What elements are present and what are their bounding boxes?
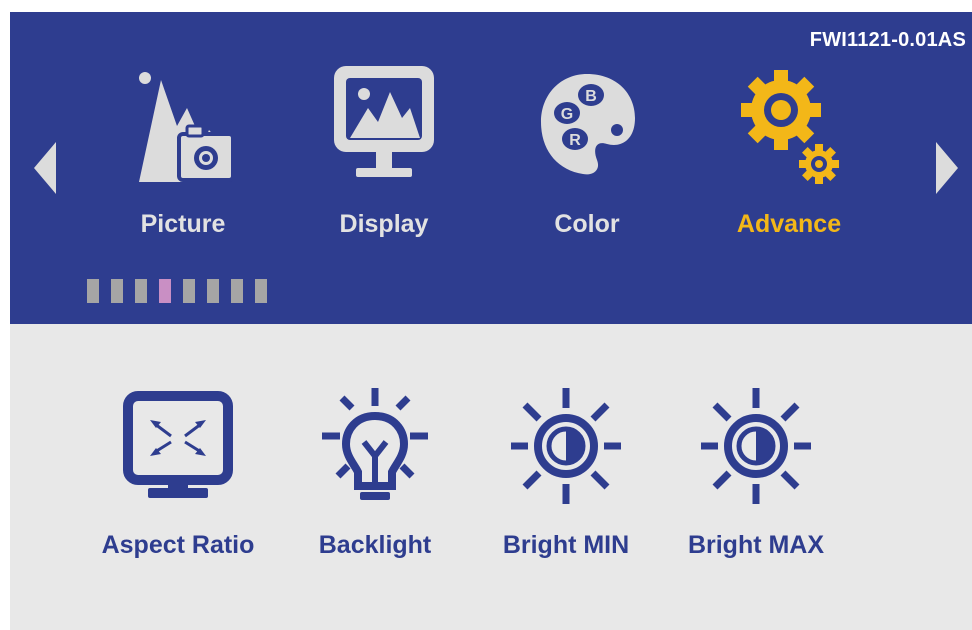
page-dot-5 <box>183 279 195 303</box>
gears-icon <box>741 70 839 184</box>
bright-max-button[interactable]: Bright MAX <box>661 386 851 586</box>
palette-letter-b: B <box>585 88 597 105</box>
left-arrow-icon[interactable] <box>32 140 58 196</box>
page-dot-3 <box>135 279 147 303</box>
aspect-ratio-monitor-icon <box>123 391 233 498</box>
right-arrow-icon[interactable] <box>934 140 960 196</box>
tab-label: Color <box>554 210 620 238</box>
item-label: Aspect Ratio <box>101 531 255 559</box>
brightness-sun-icon <box>511 388 621 504</box>
brightness-sun-icon <box>701 388 811 504</box>
tab-label: Advance <box>736 210 842 238</box>
tab-label: Picture <box>140 210 226 238</box>
picture-mountain-camera-icon <box>139 72 233 182</box>
tab-label: Display <box>339 210 429 238</box>
tab-color[interactable]: B G R Color <box>502 64 672 244</box>
palette-letter-g: G <box>561 106 573 123</box>
backlight-bulb-icon <box>322 388 428 500</box>
backlight-button[interactable]: Backlight <box>280 386 470 586</box>
bright-min-button[interactable]: Bright MIN <box>471 386 661 586</box>
item-label: Bright MAX <box>687 531 825 559</box>
item-label: Bright MIN <box>502 531 630 559</box>
palette-rgb-icon: B G R <box>541 74 635 175</box>
monitor-image-icon <box>334 66 434 177</box>
firmware-version: FWI1121-0.01AS <box>809 29 966 51</box>
palette-letter-r: R <box>569 132 581 149</box>
tab-picture[interactable]: Picture <box>98 64 268 244</box>
item-label: Backlight <box>318 531 432 559</box>
tab-display[interactable]: Display <box>299 64 469 244</box>
page-dot-7 <box>231 279 243 303</box>
menu-header: FWI1121-0.01AS Picture Display B G R Col… <box>10 12 972 324</box>
osd-menu: FWI1121-0.01AS Picture Display B G R Col… <box>10 12 972 630</box>
page-dot-2 <box>111 279 123 303</box>
aspect-ratio-button[interactable]: Aspect Ratio <box>83 386 273 586</box>
page-dot-6 <box>207 279 219 303</box>
page-dot-4-active <box>159 279 171 303</box>
page-dot-1 <box>87 279 99 303</box>
page-dot-8 <box>255 279 267 303</box>
tab-advance[interactable]: Advance <box>704 64 874 244</box>
